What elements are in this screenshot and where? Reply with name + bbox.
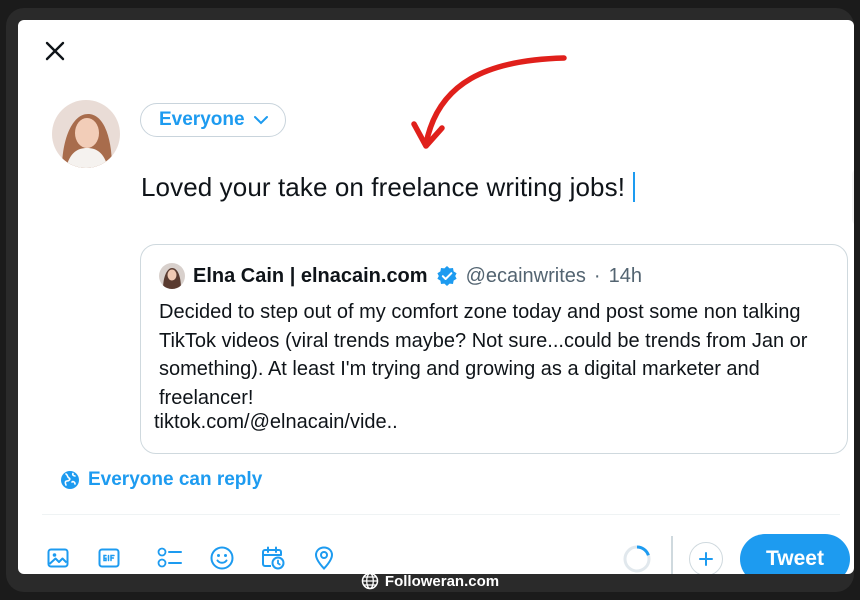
scroll-handle	[852, 168, 854, 226]
quoted-avatar-photo-icon	[159, 263, 185, 289]
quoted-tweet-link[interactable]: tiktok.com/@elnacain/vide..	[154, 411, 398, 434]
verified-badge-icon	[436, 266, 457, 286]
gif-icon	[98, 548, 120, 568]
compose-dialog: Everyone Loved your take on freelance wr…	[18, 20, 854, 574]
plus-icon	[699, 552, 713, 566]
watermark-text: Followeran.com	[384, 572, 500, 590]
poll-button[interactable]	[156, 544, 184, 572]
emoji-button[interactable]	[208, 544, 236, 572]
quoted-tweet-body: Decided to step out of my comfort zone t…	[159, 301, 808, 409]
quoted-handle[interactable]: @ecainwrites	[466, 265, 586, 288]
divider	[42, 514, 840, 515]
reply-setting-label: Everyone can reply	[88, 469, 263, 490]
schedule-button[interactable]	[259, 544, 287, 572]
poll-icon	[157, 547, 182, 568]
globe-icon	[61, 471, 79, 489]
tweet-button[interactable]: Tweet	[740, 534, 850, 574]
quoted-tweet-header: Elna Cain | elnacain.com @ecainwrites · …	[159, 263, 642, 289]
meta-separator: ·	[593, 264, 601, 287]
watermark: Followeran.com	[0, 570, 860, 592]
quoted-time[interactable]: 14h	[609, 265, 642, 288]
quoted-author-name[interactable]: Elna Cain | elnacain.com	[193, 265, 428, 288]
reply-setting-button[interactable]: Everyone can reply	[60, 469, 262, 491]
location-icon	[314, 546, 334, 570]
quoted-tweet[interactable]: Elna Cain | elnacain.com @ecainwrites · …	[140, 244, 848, 454]
device-frame: Everyone Loved your take on freelance wr…	[6, 8, 854, 592]
location-button[interactable]	[310, 544, 338, 572]
image-icon	[47, 548, 69, 568]
toolbar-separator	[671, 536, 673, 574]
annotation-arrow-icon	[411, 55, 567, 149]
quoted-avatar	[159, 263, 185, 289]
media-button[interactable]	[44, 544, 72, 572]
globe-outline-icon	[361, 572, 379, 590]
schedule-icon	[262, 546, 285, 570]
emoji-icon	[210, 546, 234, 570]
gif-button[interactable]	[95, 544, 123, 572]
